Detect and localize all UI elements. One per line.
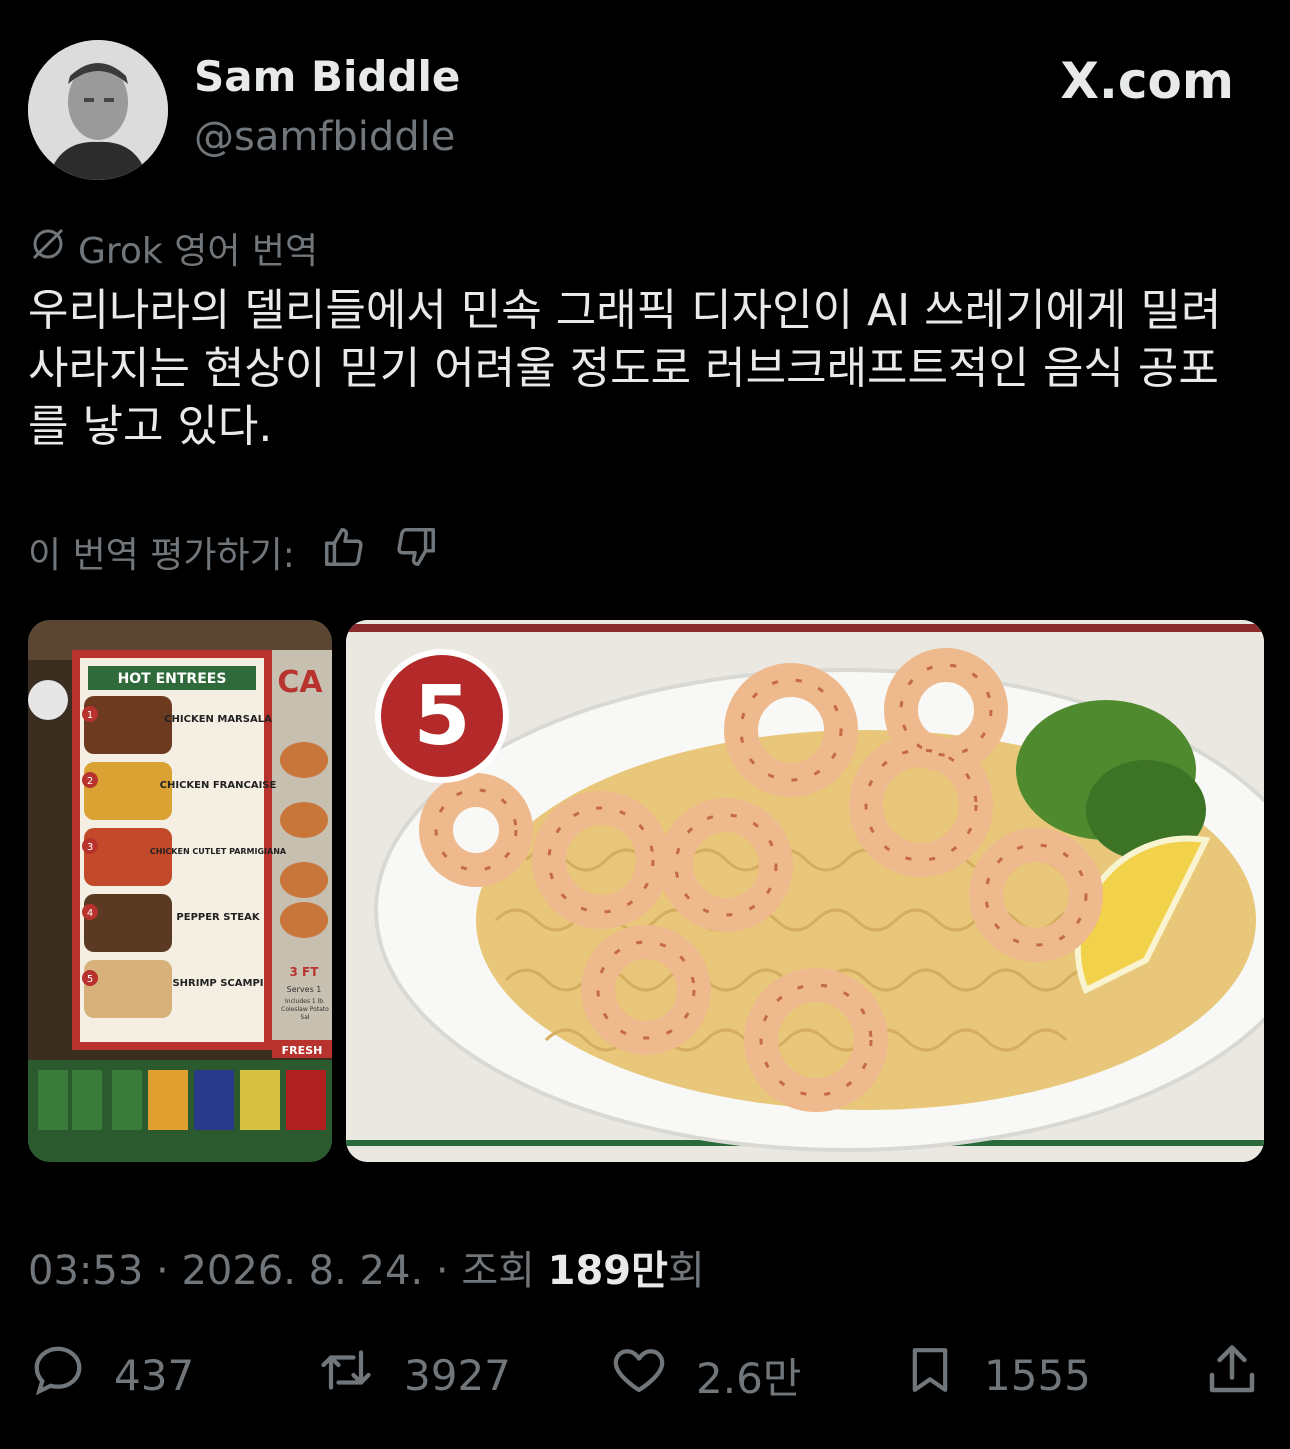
bookmark-icon: [902, 1340, 958, 1410]
menu-item-3: CHICKEN CUTLET PARMIGIANA: [150, 847, 287, 856]
heart-icon: [608, 1340, 670, 1410]
media-shrimp-closeup[interactable]: 5: [346, 620, 1264, 1162]
grok-label-text: Grok 영어 번역: [78, 231, 319, 272]
menu-side-sub: Serves 1: [287, 985, 322, 994]
reply-count: 437: [114, 1350, 195, 1400]
brand-logo: X.com: [1060, 52, 1234, 110]
menu-num-2: 2: [87, 776, 93, 787]
tweet-text: 우리나라의 델리들에서 민속 그래픽 디자인이 AI 쓰레기에게 밀려 사라지는…: [28, 285, 1222, 452]
author-handle[interactable]: @samfbiddle: [194, 114, 455, 160]
views-suffix: 회: [667, 1248, 705, 1294]
rate-label: 이 번역 평가하기:: [28, 534, 295, 576]
menu-num-4: 4: [87, 908, 93, 919]
author-name[interactable]: Sam Biddle: [194, 52, 460, 101]
menu-side-includes: Includes 1 lb. Coleslaw Potato Sal: [281, 998, 329, 1021]
menu-fresh: FRESH: [282, 1044, 323, 1057]
rate-translation: 이 번역 평가하기:: [28, 524, 439, 579]
bookmark-button[interactable]: 1555: [902, 1340, 1091, 1410]
repost-icon: [314, 1340, 378, 1410]
thumbs-up-icon[interactable]: [321, 524, 367, 579]
views-prefix: 조회: [461, 1248, 535, 1294]
media-menu-board[interactable]: HOT ENTREES CA 1 CHICKEN MARSALA 2 CHICK…: [28, 620, 332, 1162]
menu-corner-text: CA: [277, 665, 323, 700]
tweet-date[interactable]: 2026. 8. 24.: [181, 1248, 423, 1294]
menu-num-3: 3: [87, 842, 93, 853]
share-button[interactable]: [1202, 1340, 1262, 1410]
menu-header: HOT ENTREES: [118, 671, 227, 687]
repost-button[interactable]: 3927: [314, 1340, 511, 1410]
repost-count: 3927: [404, 1350, 511, 1400]
avatar[interactable]: [28, 40, 168, 180]
menu-item-1: CHICKEN MARSALA: [164, 714, 272, 725]
tweet-time[interactable]: 03:53: [28, 1248, 143, 1294]
bookmark-count: 1555: [984, 1350, 1091, 1400]
views-count: 189만: [547, 1248, 668, 1294]
dish-number-badge: 5: [413, 669, 470, 764]
grok-translation-label[interactable]: Grok 영어 번역: [28, 222, 318, 274]
thumbs-down-icon[interactable]: [393, 524, 439, 579]
menu-item-5: SHRIMP SCAMPI: [172, 978, 263, 989]
menu-side-title: 3 FT: [290, 965, 320, 979]
tweet-meta: 03:53 · 2026. 8. 24. · 조회 189만회: [28, 1248, 705, 1294]
reply-icon: [28, 1340, 88, 1410]
like-button[interactable]: 2.6만: [608, 1340, 801, 1410]
menu-num-5: 5: [87, 974, 93, 985]
menu-item-4: PEPPER STEAK: [176, 912, 260, 923]
share-icon: [1202, 1340, 1262, 1410]
action-bar: 437 3927 2.6만 1555: [28, 1340, 1262, 1403]
like-count: 2.6만: [696, 1353, 802, 1403]
grok-icon: [28, 224, 68, 273]
menu-item-2: CHICKEN FRANCAISE: [160, 780, 277, 791]
menu-num-1: 1: [87, 710, 93, 721]
reply-button[interactable]: 437: [28, 1340, 194, 1410]
